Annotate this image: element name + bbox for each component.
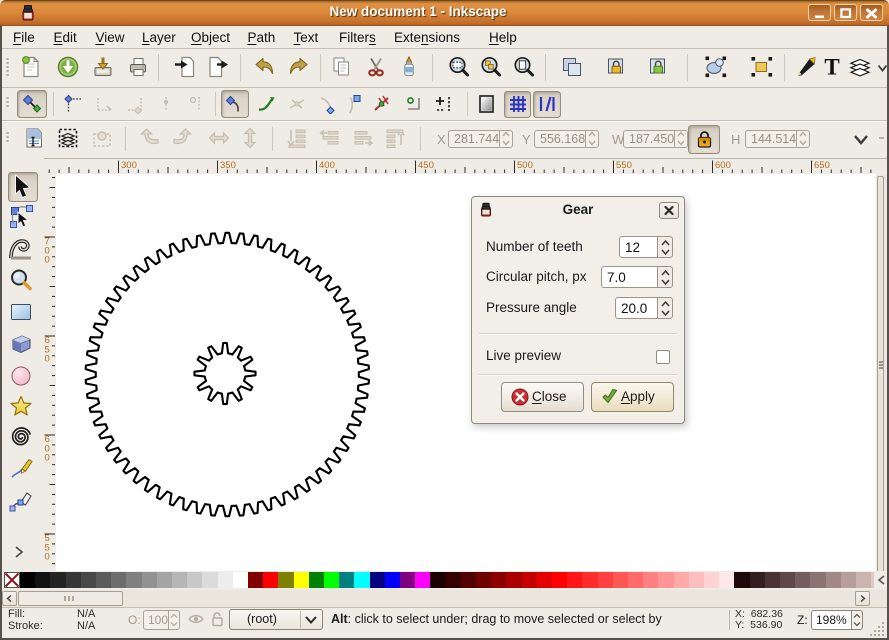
svg-text:0: 0 [45,255,50,266]
svg-text:300: 300 [121,160,137,171]
svg-text:550: 550 [616,160,632,171]
svg-text:450: 450 [418,160,434,171]
svg-text:650: 650 [814,160,830,171]
svg-text:0: 0 [45,453,50,464]
svg-text:0: 0 [45,354,50,365]
svg-text:T: T [824,55,839,79]
svg-text:600: 600 [715,160,731,171]
svg-text:0: 0 [45,552,50,563]
svg-text:400: 400 [319,160,335,171]
svg-text:350: 350 [220,160,236,171]
svg-text:500: 500 [517,160,533,171]
